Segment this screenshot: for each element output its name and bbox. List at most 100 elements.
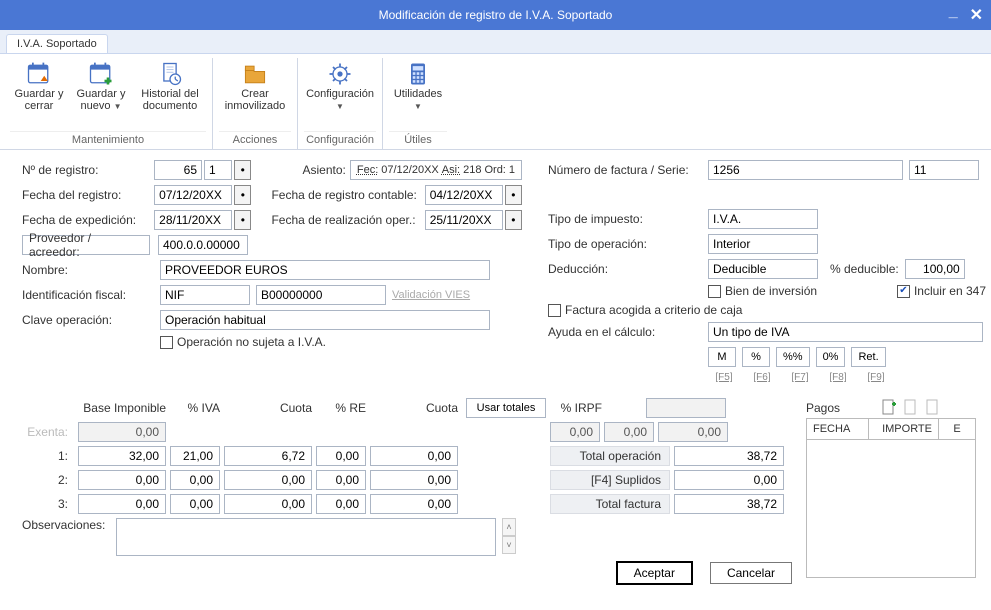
fecha-registro-input[interactable]	[154, 185, 232, 205]
fecha-reg-cont-cal-button[interactable]: •	[505, 185, 522, 205]
ident-fiscal-tipo-select[interactable]	[160, 285, 250, 305]
r1-cuota2[interactable]	[370, 446, 458, 466]
row1-label: 1:	[22, 449, 74, 463]
aceptar-button[interactable]: Aceptar	[617, 562, 692, 584]
fecha-real-oper-label: Fecha de realización oper.:	[271, 213, 424, 227]
pagos-col-importe: IMPORTE	[869, 419, 939, 439]
gear-icon	[325, 60, 355, 88]
r3-pctiva[interactable]	[170, 494, 220, 514]
r3-cuota2[interactable]	[370, 494, 458, 514]
op-no-sujeta-checkbox[interactable]: Operación no sujeta a I.V.A.	[160, 335, 326, 349]
utilidades-button[interactable]: Utilidades ▼	[389, 58, 447, 131]
r2-pctiva[interactable]	[170, 470, 220, 490]
num-factura-input[interactable]	[708, 160, 903, 180]
r3-pctre[interactable]	[316, 494, 366, 514]
configuracion-button[interactable]: Configuración ▼	[304, 58, 376, 131]
r1-pctiva[interactable]	[170, 446, 220, 466]
fecha-reg-cont-label: Fecha de registro contable:	[271, 188, 424, 202]
checkbox-checked-icon	[897, 285, 910, 298]
crear-inmovilizado-button[interactable]: Crear inmovilizado	[219, 58, 291, 131]
total-oper-label: Total operación	[550, 446, 670, 466]
minimize-button[interactable]: _	[949, 3, 958, 21]
r2-cuota[interactable]	[224, 470, 312, 490]
proveedor-button[interactable]: Proveedor / acreedor:	[22, 235, 150, 255]
validacion-vies-link[interactable]: Validación VIES	[392, 289, 470, 301]
irpf-extra-select[interactable]	[646, 398, 726, 418]
titlebar: Modificación de registro de I.V.A. Sopor…	[0, 0, 991, 30]
asiento-label: Asiento:	[269, 163, 346, 177]
n-registro-seq-select[interactable]	[204, 160, 232, 180]
calc-pctpct-button[interactable]: %%	[776, 347, 810, 367]
col-pctiva-header: % IVA	[170, 401, 220, 415]
tipo-oper-select[interactable]	[708, 234, 818, 254]
tabstrip: I.V.A. Soportado	[0, 30, 991, 54]
checkbox-icon	[708, 285, 721, 298]
deduccion-select[interactable]	[708, 259, 818, 279]
fecha-real-oper-input[interactable]	[425, 210, 503, 230]
n-registro-input[interactable]	[154, 160, 202, 180]
clave-oper-select[interactable]	[160, 310, 490, 330]
col-base-header: Base Imponible	[78, 401, 166, 415]
scroll-down-icon: ˅	[502, 536, 516, 554]
fecha-registro-cal-button[interactable]: •	[234, 185, 251, 205]
proveedor-input[interactable]	[158, 235, 248, 255]
r2-pctre[interactable]	[316, 470, 366, 490]
observaciones-textarea[interactable]	[116, 518, 496, 556]
calc-m-button[interactable]: M	[708, 347, 736, 367]
historial-documento-button[interactable]: Historial del documento	[134, 58, 206, 131]
r3-cuota[interactable]	[224, 494, 312, 514]
incluir-347-checkbox[interactable]: Incluir en 347	[897, 284, 986, 298]
chevron-down-icon: ▼	[114, 102, 122, 111]
fecha-exped-input[interactable]	[154, 210, 232, 230]
n-registro-label: Nº de registro:	[22, 163, 154, 177]
close-button[interactable]: ✕	[970, 5, 983, 25]
pagos-col-fecha: FECHA	[807, 419, 869, 439]
tab-iva-soportado[interactable]: I.V.A. Soportado	[6, 34, 108, 53]
row3-label: 3:	[22, 497, 74, 511]
scroll-up-icon: ˄	[502, 518, 516, 536]
tipo-oper-label: Tipo de operación:	[548, 237, 708, 251]
factura-caja-checkbox[interactable]: Factura acogida a criterio de caja	[548, 303, 742, 317]
guardar-cerrar-button[interactable]: Guardar y cerrar	[10, 58, 68, 131]
fecha-registro-label: Fecha del registro:	[22, 188, 154, 202]
r2-base[interactable]	[78, 470, 166, 490]
serie-input[interactable]	[909, 160, 979, 180]
fecha-reg-cont-input[interactable]	[425, 185, 503, 205]
deduccion-label: Deducción:	[548, 262, 708, 276]
pct-deducible-input[interactable]	[905, 259, 965, 279]
ayuda-calc-label: Ayuda en el cálculo:	[548, 325, 708, 339]
calc-ret-button[interactable]: Ret.	[851, 347, 885, 367]
ident-fiscal-input[interactable]	[256, 285, 386, 305]
fecha-real-oper-cal-button[interactable]: •	[505, 210, 522, 230]
ribbon-group-utiles: Útiles	[389, 131, 447, 149]
doc-add-icon[interactable]	[880, 398, 898, 416]
nombre-label: Nombre:	[22, 263, 160, 277]
calendar-new-icon	[86, 60, 116, 88]
num-factura-label: Número de factura / Serie:	[548, 163, 708, 177]
n-registro-more-button[interactable]: •	[234, 160, 251, 180]
r1-pctre[interactable]	[316, 446, 366, 466]
guardar-nuevo-button[interactable]: Guardar y nuevo ▼	[72, 58, 130, 131]
calc-0pct-button[interactable]: 0%	[816, 347, 846, 367]
nombre-input[interactable]	[160, 260, 490, 280]
usar-totales-button[interactable]: Usar totales	[466, 398, 546, 418]
bien-inversion-checkbox[interactable]: Bien de inversión	[708, 284, 817, 298]
tipo-impuesto-select[interactable]	[708, 209, 818, 229]
ayuda-calc-select[interactable]	[708, 322, 983, 342]
exenta-label: Exenta:	[22, 425, 74, 439]
doc-del-icon[interactable]	[924, 398, 942, 416]
r3-base[interactable]	[78, 494, 166, 514]
r2-cuota2[interactable]	[370, 470, 458, 490]
observaciones-scroll[interactable]: ˄ ˅	[502, 518, 516, 554]
fecha-exped-cal-button[interactable]: •	[234, 210, 251, 230]
cancelar-button[interactable]: Cancelar	[710, 562, 792, 584]
pagos-col-e: E	[939, 419, 975, 439]
r1-base[interactable]	[78, 446, 166, 466]
ident-fiscal-label: Identificación fiscal:	[22, 288, 160, 302]
irpf-a	[550, 422, 600, 442]
doc-view-icon[interactable]	[902, 398, 920, 416]
tipo-impuesto-label: Tipo de impuesto:	[548, 212, 708, 226]
suplidos-value[interactable]	[674, 470, 784, 490]
calc-pct-button[interactable]: %	[742, 347, 770, 367]
r1-cuota[interactable]	[224, 446, 312, 466]
